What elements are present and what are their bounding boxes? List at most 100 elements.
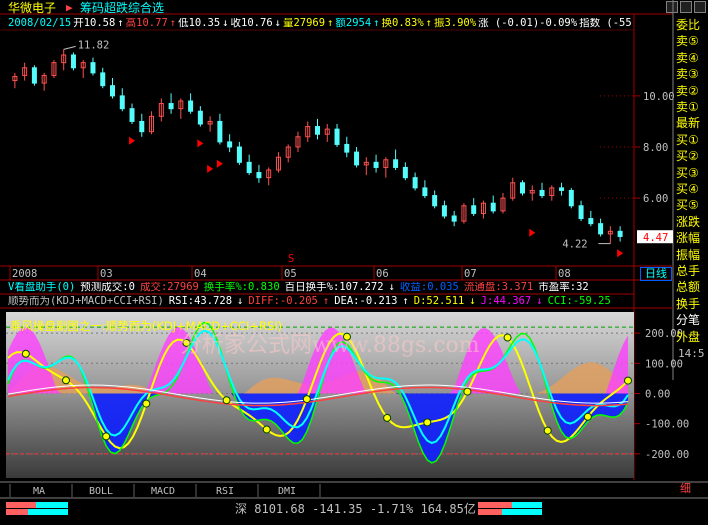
sidebar-item[interactable]: 买① xyxy=(674,133,708,148)
candle-body xyxy=(471,205,477,214)
tab-rsi[interactable]: RSI xyxy=(196,485,254,498)
sidebar-item[interactable]: 买④ xyxy=(674,182,708,197)
candle-body xyxy=(354,151,360,166)
price-tick-label: 10.00 xyxy=(643,91,675,103)
sidebar-item[interactable]: 卖① xyxy=(674,100,708,115)
candle-body xyxy=(393,159,399,168)
candle-body xyxy=(568,189,574,207)
sidebar-item[interactable]: 买② xyxy=(674,149,708,164)
candle-body xyxy=(334,128,340,145)
price-tick-label: 6.00 xyxy=(643,193,668,205)
signal-dot xyxy=(624,376,632,385)
candle-body xyxy=(344,143,350,153)
sidebar-item[interactable]: 外盘 xyxy=(674,330,708,345)
index-value: 8101.68 xyxy=(254,502,305,516)
signal-dot xyxy=(302,395,311,404)
index-amount: 164.85亿 xyxy=(420,502,476,516)
candle-body xyxy=(139,120,145,133)
sidebar-item[interactable]: 买⑤ xyxy=(674,198,708,213)
date-label: 04 xyxy=(194,268,207,280)
candle-body xyxy=(246,161,252,174)
indicator_bar-item: D:52.511 xyxy=(413,296,465,307)
status-bar-right-cyan xyxy=(512,502,542,508)
sidebar-item[interactable]: 涨幅 xyxy=(674,231,708,246)
trading-window: 华微电子 ▶ 筹码超跌综合选 2008/02/15 开10.58 ↑ 高10.77 ↑ 低… xyxy=(0,0,708,525)
sell-arrow-icon xyxy=(529,228,536,237)
signal-dot xyxy=(503,333,512,342)
sidebar-item[interactable]: 涨跌 xyxy=(674,215,708,230)
indicator_bar-item: ↓ xyxy=(536,296,543,307)
status-bar-left-cyan xyxy=(36,502,68,508)
candle-body xyxy=(197,110,203,125)
candle-body xyxy=(412,177,418,189)
sub-chart-title: 乘风操盘副图之一:顺势而为(KDJ+MACD+CCI+RSI) xyxy=(10,319,283,333)
sidebar-item[interactable]: 买③ xyxy=(674,166,708,181)
status-bar-right-cyan2 xyxy=(502,509,542,515)
status-bar-left-red2 xyxy=(6,509,28,515)
candle-body xyxy=(373,161,379,168)
candle-body xyxy=(31,67,37,84)
status-bar-right-red2 xyxy=(478,509,502,515)
indicator_bar-item: DEA:-0.213 xyxy=(334,296,398,307)
detail-label[interactable]: 细 xyxy=(680,483,691,494)
date-label: 05 xyxy=(284,268,297,280)
tab-ma[interactable]: MA xyxy=(10,485,68,498)
price-tick-label: 8.00 xyxy=(643,142,668,154)
tab-dmi[interactable]: DMI xyxy=(258,485,316,498)
sell-arrow-icon xyxy=(216,159,223,168)
sidebar-item[interactable]: 卖⑤ xyxy=(674,34,708,49)
low-label: 4.22 xyxy=(562,239,587,251)
info_bar-item: 市盈率:32 xyxy=(538,282,589,293)
info_bar-item: 预测成交:0 xyxy=(80,282,135,293)
sidebar-time: 14:5 xyxy=(678,347,705,360)
candle-body xyxy=(236,146,242,163)
indicator_bar-item: ↑ xyxy=(402,296,409,307)
indicator_bar-item: CCI:-59.25 xyxy=(547,296,611,307)
candle-body xyxy=(539,189,545,197)
sidebar-item[interactable]: 总额 xyxy=(674,280,708,295)
sell-arrow-icon xyxy=(129,136,136,145)
sell-arrow-icon xyxy=(207,164,214,173)
sidebar-item[interactable]: 分笔 xyxy=(674,313,708,328)
indicator-bar: 顺势而为(KDJ+MACD+CCI+RSI) RSI:43.728 ↓ DIFF:-0… xyxy=(8,296,638,307)
info_bar-item: 成交:27969 xyxy=(139,282,199,293)
sidebar-item[interactable]: 卖④ xyxy=(674,51,708,66)
indicator_bar-item: RSI:43.728 xyxy=(168,296,233,307)
sidebar-item[interactable]: 振幅 xyxy=(674,248,708,263)
sidebar-item[interactable]: 总手 xyxy=(674,264,708,279)
signal-dot xyxy=(142,399,151,408)
candle-body xyxy=(110,85,115,97)
daily-tab[interactable]: 日线 xyxy=(640,267,672,281)
candle-body xyxy=(402,166,408,179)
watermark: 分析家公式网www.88gs.com xyxy=(180,333,480,358)
date-label: 08 xyxy=(558,268,571,280)
sell-arrow-icon xyxy=(197,139,204,148)
tab-boll[interactable]: BOLL xyxy=(72,485,130,498)
high-label: 11.82 xyxy=(78,39,110,51)
status-bar-left-cyan2 xyxy=(28,509,68,515)
candle-body xyxy=(119,95,125,110)
signal-dot xyxy=(463,387,472,396)
indicator_bar-item: DIFF:-0.205 xyxy=(248,296,318,307)
candle-body xyxy=(227,141,233,148)
tab-macd[interactable]: MACD xyxy=(134,485,192,498)
candle-body xyxy=(617,230,623,237)
sell-arrow-icon xyxy=(617,249,624,258)
info_bar-item: 换手率%:0.830 xyxy=(203,282,280,293)
sidebar-item[interactable]: 卖② xyxy=(674,84,708,99)
date-label: 2008 xyxy=(12,268,37,280)
signal-dot xyxy=(383,413,392,422)
signal-dot xyxy=(583,412,592,421)
sidebar-item[interactable]: 卖③ xyxy=(674,67,708,82)
index-change: -141.35 xyxy=(312,502,363,516)
signal-dot xyxy=(423,418,432,427)
sidebar-item[interactable]: 最新 xyxy=(674,116,708,131)
status-bar-left-red xyxy=(6,502,36,508)
quote-sidebar: 委比 卖⑤ 卖④ 卖③ 卖② 卖① 最新买① 买② 买③ 买④ 买⑤ 涨跌 涨幅振幅 总手 总额换手 分笔外盘 xyxy=(674,0,708,380)
sidebar-item[interactable]: 委比 xyxy=(674,18,708,33)
high-pointer xyxy=(63,45,76,50)
candle-body xyxy=(520,182,525,194)
sidebar-item[interactable]: 换手 xyxy=(674,297,708,312)
indicator_bar-item: ↓ xyxy=(469,296,476,307)
candle-body xyxy=(559,187,565,191)
